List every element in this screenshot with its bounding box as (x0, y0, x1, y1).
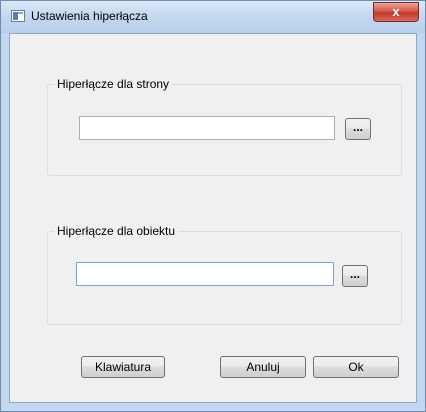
page-browse-button[interactable]: ... (345, 118, 371, 140)
app-icon (11, 10, 25, 22)
close-button[interactable]: x (373, 2, 419, 22)
object-browse-button[interactable]: ... (342, 265, 368, 287)
dialog-window: Ustawienia hiperłącza x Hiperłącze dla s… (0, 0, 426, 412)
object-hyperlink-input[interactable] (76, 262, 334, 286)
group-page-hyperlink: Hiperłącze dla strony ... (47, 77, 402, 176)
ok-button[interactable]: Ok (313, 356, 399, 378)
window-title: Ustawienia hiperłącza (31, 9, 148, 23)
group-page-label: Hiperłącze dla strony (54, 77, 173, 91)
cancel-button[interactable]: Anuluj (220, 356, 306, 378)
page-hyperlink-input[interactable] (79, 116, 335, 140)
group-object-label: Hiperłącze dla obiektu (54, 224, 179, 238)
keyboard-button[interactable]: Klawiatura (81, 356, 165, 378)
dialog-body: Hiperłącze dla strony ... Hiperłącze dla… (9, 33, 417, 403)
title-bar[interactable]: Ustawienia hiperłącza x (1, 1, 425, 33)
group-object-hyperlink: Hiperłącze dla obiektu ... (47, 224, 402, 325)
